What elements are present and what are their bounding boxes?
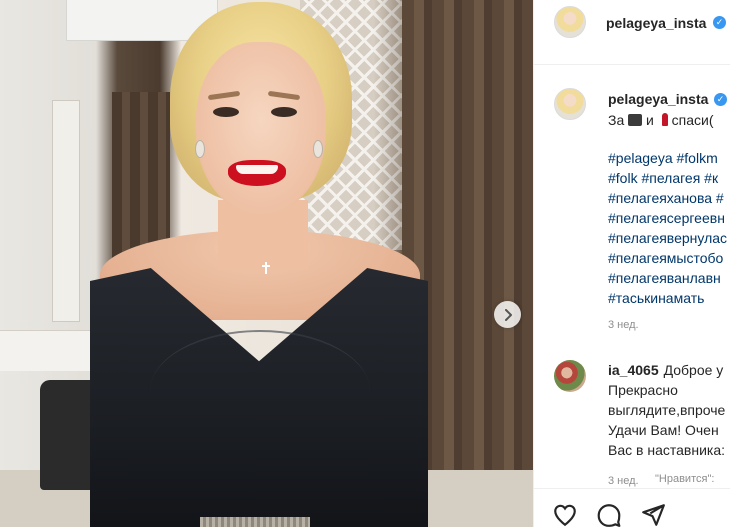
camera-emoji-icon — [628, 114, 643, 126]
comment-bubble-icon[interactable] — [596, 502, 622, 527]
caption-prefix: За — [608, 112, 625, 128]
paper-plane-icon[interactable] — [640, 502, 666, 527]
belt — [200, 517, 310, 527]
hashtag-link[interactable]: #folk #пелагея #к — [608, 168, 730, 188]
comment-first-line: ia_4065 Доброе у — [608, 362, 723, 378]
caption-suffix: спаси( — [671, 112, 714, 128]
comment-first-text: Доброе у — [663, 362, 724, 378]
header-username[interactable]: pelageya_insta — [606, 15, 706, 31]
post-caption: pelageya_insta ✓ За и спаси( #pelageya #… — [534, 80, 730, 340]
chevron-right-icon — [504, 308, 512, 321]
comment-item: ia_4065 Доброе у Прекрасно выглядите,впро… — [534, 355, 730, 495]
hashtag-link[interactable]: #пелагеямыстобо — [608, 248, 730, 268]
eye-right — [271, 107, 297, 117]
caption-username[interactable]: pelageya_insta — [608, 91, 708, 107]
comment-username[interactable]: ia_4065 — [608, 362, 659, 378]
earring-left — [195, 140, 205, 158]
comment-line: Удачи Вам! Очен — [608, 422, 719, 438]
hashtag-link[interactable]: #таськинамать — [608, 288, 730, 308]
earring-right — [313, 140, 323, 158]
comment-line: Вас в наставника: — [608, 442, 725, 458]
hashtag-link[interactable]: #pelageya #folkm — [608, 148, 730, 168]
hashtag-link[interactable]: #пелагеяханова # — [608, 188, 730, 208]
verified-badge-icon: ✓ — [713, 16, 726, 29]
verified-badge-icon: ✓ — [714, 93, 727, 106]
comment-timestamp[interactable]: 3 нед. — [608, 475, 639, 487]
comment-avatar[interactable] — [554, 360, 586, 392]
hashtag-list: #pelageya #folkm #folk #пелагея #к #пела… — [608, 148, 730, 308]
comment-text: ia_4065 Доброе у Прекрасно выглядите,впро… — [608, 360, 730, 460]
hashtag-link[interactable]: #пелагеявернулас — [608, 228, 730, 248]
face — [196, 42, 326, 214]
dress-fold — [150, 330, 370, 452]
post-photo[interactable] — [0, 0, 533, 527]
avatar[interactable] — [554, 6, 586, 38]
hashtag-link[interactable]: #пелагеяванлавн — [608, 268, 730, 288]
post-timestamp[interactable]: 3 нед. — [608, 319, 639, 331]
action-bar — [534, 488, 730, 527]
comment-likes-link[interactable]: "Нравится": — [655, 473, 714, 485]
caption-avatar[interactable] — [554, 88, 586, 120]
caption-mid: и — [646, 112, 654, 128]
caption-text: За и спаси( — [608, 110, 714, 130]
heart-icon[interactable] — [552, 502, 578, 527]
comment-line: Прекрасно — [608, 382, 678, 398]
teeth — [236, 165, 278, 174]
post-sidebar: pelageya_insta ✓ pelageya_insta ✓ За и с… — [533, 0, 730, 527]
post-header: pelageya_insta ✓ — [534, 0, 730, 65]
comment-line: выглядите,впроче — [608, 402, 726, 418]
cross-pendant — [262, 262, 270, 274]
next-photo-button[interactable] — [494, 301, 521, 328]
lipstick-emoji-icon — [661, 113, 668, 126]
eye-left — [213, 107, 239, 117]
hashtag-link[interactable]: #пелагеясергеевн — [608, 208, 730, 228]
woman-portrait — [0, 0, 533, 527]
